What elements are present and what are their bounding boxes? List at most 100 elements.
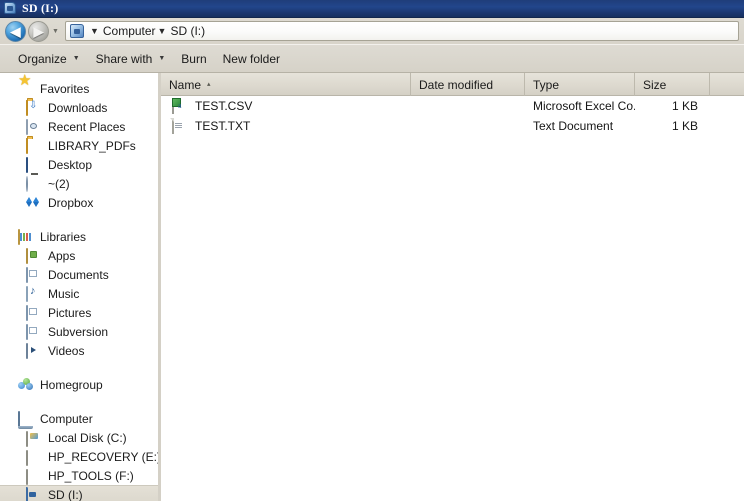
sidebar-item-documents[interactable]: Documents xyxy=(0,265,158,284)
sidebar-group-libraries: Libraries Apps Documents Music Pictures xyxy=(0,227,158,360)
file-name-cell[interactable]: TEST.CSV xyxy=(161,96,411,116)
chevron-down-icon: ▼ xyxy=(72,55,80,62)
arrow-right-icon: ▶ xyxy=(33,23,44,39)
file-type-cell: Text Document xyxy=(533,119,614,133)
subversion-library-icon xyxy=(26,323,42,340)
file-size-cell: 1 KB xyxy=(671,119,698,133)
sd-card-icon xyxy=(69,24,84,38)
sidebar-item-downloads[interactable]: ⇩ Downloads xyxy=(0,98,158,117)
local-disk-icon xyxy=(26,430,42,447)
title-bar: SD (I:) xyxy=(0,0,744,18)
recent-places-icon xyxy=(26,118,42,135)
sidebar-group-computer: Computer Local Disk (C:) HP_RECOVERY (E:… xyxy=(0,409,158,501)
sidebar-item-desktop[interactable]: Desktop xyxy=(0,155,158,174)
sidebar-label-hp-recovery-e: HP_RECOVERY (E:) xyxy=(48,449,158,464)
sidebar-item-favorites[interactable]: ★ Favorites xyxy=(0,73,158,98)
column-label-size: Size xyxy=(643,77,667,92)
file-size-cell: 1 KB xyxy=(671,99,698,113)
arrow-left-icon: ◀ xyxy=(10,23,21,39)
sidebar-label-music: Music xyxy=(48,286,80,301)
sidebar-label-recent-places: Recent Places xyxy=(48,119,126,134)
sidebar-item-libraries[interactable]: Libraries xyxy=(0,227,158,246)
burn-label: Burn xyxy=(181,51,207,66)
excel-csv-file-icon xyxy=(172,98,188,114)
sidebar-item-recent-places[interactable]: Recent Places xyxy=(0,117,158,136)
sidebar-item-local-disk-c[interactable]: Local Disk (C:) xyxy=(0,428,158,447)
organize-label: Organize xyxy=(18,51,67,66)
sidebar-label-favorites: Favorites xyxy=(40,81,90,96)
breadcrumb-computer[interactable]: Computer xyxy=(103,24,156,38)
forward-button[interactable]: ▶ xyxy=(28,20,49,42)
back-button[interactable]: ◀ xyxy=(5,20,26,42)
computer-icon xyxy=(18,410,34,427)
table-row[interactable]: TEST.TXT Text Document 1 KB xyxy=(161,116,744,136)
sidebar-label-desktop: Desktop xyxy=(48,157,93,172)
column-header-date-modified[interactable]: Date modified xyxy=(411,73,525,96)
file-date-cell xyxy=(411,116,525,136)
sidebar-label-videos: Videos xyxy=(48,343,85,358)
column-header-size[interactable]: Size xyxy=(635,73,710,96)
table-row[interactable]: TEST.CSV Microsoft Excel Co... 1 KB xyxy=(161,96,744,116)
navigation-buttons: ◀ ▶ ▼ xyxy=(5,20,59,42)
sidebar-item-subversion[interactable]: Subversion xyxy=(0,322,158,341)
folder-icon xyxy=(26,137,42,154)
sidebar-label-dropbox: Dropbox xyxy=(48,195,94,210)
sidebar-label-apps: Apps xyxy=(48,248,76,263)
chevron-down-icon[interactable]: ▼ xyxy=(158,26,167,36)
column-header-type[interactable]: Type xyxy=(525,73,635,96)
sidebar-label-downloads: Downloads xyxy=(48,100,108,115)
organize-button[interactable]: Organize ▼ xyxy=(10,48,88,70)
file-extra-cell xyxy=(710,96,744,116)
column-label-date-modified: Date modified xyxy=(419,77,494,92)
navigation-pane: ★ Favorites ⇩ Downloads Recent Places LI… xyxy=(0,73,158,501)
column-header-name[interactable]: Name ▴ xyxy=(161,73,411,96)
share-with-button[interactable]: Share with ▼ xyxy=(88,48,174,70)
sidebar-label-pictures: Pictures xyxy=(48,305,92,320)
breadcrumb-bar[interactable]: ▼ Computer ▼ SD (I:) xyxy=(64,21,739,41)
file-rows: TEST.CSV Microsoft Excel Co... 1 KB TEST… xyxy=(161,96,744,501)
share-with-label: Share with xyxy=(95,51,153,66)
sd-card-icon xyxy=(4,2,17,15)
column-header-extra[interactable] xyxy=(710,73,744,96)
sidebar-item-computer[interactable]: Computer xyxy=(0,409,158,428)
sidebar-item-pictures[interactable]: Pictures xyxy=(0,303,158,322)
sidebar-item-library-pdfs[interactable]: LIBRARY_PDFs xyxy=(0,136,158,155)
sidebar-item-dropbox[interactable]: Dropbox xyxy=(0,193,158,212)
sidebar-label-sd-drive: SD (I:) xyxy=(48,487,83,501)
file-name-cell[interactable]: TEST.TXT xyxy=(161,116,411,136)
hard-disk-icon xyxy=(26,449,42,466)
sidebar-label-tilde-2: ~(2) xyxy=(48,176,70,191)
homegroup-icon xyxy=(18,377,34,393)
chevron-down-icon: ▼ xyxy=(158,55,166,62)
column-header-row: Name ▴ Date modified Type Size xyxy=(161,73,744,96)
history-dropdown-icon[interactable]: ▼ xyxy=(52,28,59,35)
file-list-pane: Name ▴ Date modified Type Size a TEST.CS… xyxy=(161,73,744,501)
sidebar-item-hp-recovery-e[interactable]: HP_RECOVERY (E:) xyxy=(0,447,158,466)
new-folder-button[interactable]: New folder xyxy=(215,48,288,70)
sidebar-item-sd-drive[interactable]: SD (I:) xyxy=(0,485,158,501)
sidebar-item-videos[interactable]: Videos xyxy=(0,341,158,360)
file-name-label: TEST.CSV xyxy=(195,99,253,113)
sidebar-group-favorites: ★ Favorites ⇩ Downloads Recent Places LI… xyxy=(0,73,158,212)
sidebar-label-hp-tools-f: HP_TOOLS (F:) xyxy=(48,468,134,483)
videos-library-icon xyxy=(26,342,42,359)
command-toolbar: Organize ▼ Share with ▼ Burn New folder xyxy=(0,44,744,73)
main-area: ★ Favorites ⇩ Downloads Recent Places LI… xyxy=(0,73,744,501)
sidebar-item-hp-tools-f[interactable]: HP_TOOLS (F:) xyxy=(0,466,158,485)
sidebar-item-music[interactable]: Music xyxy=(0,284,158,303)
sidebar-label-local-disk-c: Local Disk (C:) xyxy=(48,430,127,445)
sidebar-label-libraries: Libraries xyxy=(40,229,87,244)
sidebar-label-documents: Documents xyxy=(48,267,109,282)
burn-button[interactable]: Burn xyxy=(173,48,214,70)
sidebar-group-homegroup: Homegroup xyxy=(0,375,158,394)
sidebar-item-homegroup[interactable]: Homegroup xyxy=(0,375,158,394)
file-name-label: TEST.TXT xyxy=(195,119,251,133)
chevron-down-icon[interactable]: ▼ xyxy=(90,26,99,36)
apps-library-icon xyxy=(26,247,42,264)
breadcrumb-sd-drive[interactable]: SD (I:) xyxy=(170,24,205,38)
sidebar-item-tilde-2[interactable]: ~(2) xyxy=(0,174,158,193)
documents-library-icon xyxy=(26,266,42,283)
sidebar-item-apps[interactable]: Apps xyxy=(0,246,158,265)
